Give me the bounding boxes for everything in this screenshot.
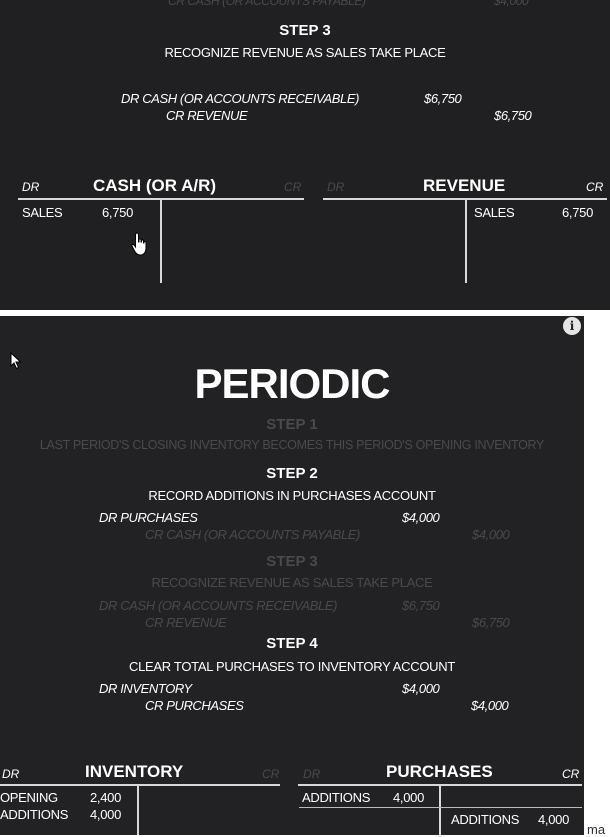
step-description: RECOGNIZE REVENUE AS SALES TAKE PLACE <box>164 45 446 60</box>
step2-description: RECORD ADDITIONS IN PURCHASES ACCOUNT <box>148 488 436 503</box>
journal-entry-cr-amount: $6,750 <box>494 108 532 123</box>
t-account-row-label: SALES <box>22 205 63 220</box>
t-account-row-amount: 4,000 <box>90 807 122 822</box>
t-account-dr-label: DR <box>327 180 345 194</box>
t-account-cr-label: CR <box>586 180 604 194</box>
step2-entry-cr-amount: $4,000 <box>472 527 510 542</box>
t-account-row-label: SALES <box>474 205 515 220</box>
step-title: STEP 3 <box>279 22 331 39</box>
t-account-row-amount: 6,750 <box>102 205 134 220</box>
t-account-row-label: ADDITIONS <box>0 807 69 822</box>
t-account-title: PURCHASES <box>386 762 493 781</box>
t-account-divider <box>439 785 441 835</box>
t-account-dr-label: DR <box>303 767 321 781</box>
step3-entry-dr: DR CASH (OR ACCOUNTS RECEIVABLE) <box>99 598 338 613</box>
t-account-total-line <box>299 807 582 808</box>
page-title: PERIODIC <box>194 360 390 407</box>
step4-title: STEP 4 <box>266 635 318 652</box>
t-account-dr-row-label: ADDITIONS <box>302 790 371 805</box>
journal-entry-dr: DR CASH (OR ACCOUNTS RECEIVABLE) <box>121 91 360 106</box>
t-account-cr-label: CR <box>562 767 580 781</box>
step4-description: CLEAR TOTAL PURCHASES TO INVENTORY ACCOU… <box>129 659 455 674</box>
t-account-top-line <box>0 784 280 786</box>
step3-entry-dr-amount: $6,750 <box>402 598 440 613</box>
step2-entry-dr: DR PURCHASES <box>99 510 198 525</box>
t-account-title: INVENTORY <box>85 762 184 781</box>
step3-description: RECOGNIZE REVENUE AS SALES TAKE PLACE <box>151 575 433 590</box>
t-account-row-amount: 6,750 <box>562 205 594 220</box>
t-account-divider <box>160 199 162 283</box>
t-account-title: CASH (OR A/R) <box>93 176 217 195</box>
step3-entry-cr-amount: $6,750 <box>472 615 510 630</box>
t-account-cr-label: CR <box>262 767 280 781</box>
step1-title: STEP 1 <box>266 416 318 433</box>
step3-entry-cr: CR REVENUE <box>145 615 227 630</box>
t-account-cr-row-amount: 4,000 <box>538 812 570 827</box>
hand-pointer-icon <box>131 232 149 261</box>
step2-title: STEP 2 <box>266 465 318 482</box>
t-account-divider <box>465 199 467 283</box>
t-account-dr-row-amount: 4,000 <box>393 790 425 805</box>
info-icon[interactable]: i <box>563 317 581 335</box>
video-frame-periodic: PERIODIC STEP 1 LAST PERIOD'S CLOSING IN… <box>0 316 584 835</box>
t-account-dr-label: DR <box>2 767 20 781</box>
step4-entry-cr-amount: $4,000 <box>471 698 509 713</box>
t-account-dr-label: DR <box>22 180 40 194</box>
step2-entry-cr: CR CASH (OR ACCOUNTS PAYABLE) <box>145 527 360 542</box>
t-account-cr-label: CR <box>284 180 302 194</box>
journal-entry-dr-amount: $6,750 <box>424 91 462 106</box>
cutoff-entry-text: CR CASH (OR ACCOUNTS PAYABLE) <box>168 0 366 8</box>
step4-entry-dr-amount: $4,000 <box>402 681 440 696</box>
step4-entry-dr: DR INVENTORY <box>99 681 192 696</box>
step2-entry-dr-amount: $4,000 <box>402 510 440 525</box>
cutoff-entry-amount: $4,000 <box>494 0 529 8</box>
t-account-row-amount: 2,400 <box>90 790 122 805</box>
t-account-row-label: OPENING <box>0 790 58 805</box>
video-frame-step3: CR CASH (OR ACCOUNTS PAYABLE) $4,000 STE… <box>0 0 610 310</box>
step1-description: LAST PERIOD'S CLOSING INVENTORY BECOMES … <box>39 438 545 452</box>
journal-entry-cr: CR REVENUE <box>166 108 248 123</box>
t-account-cr-row-label: ADDITIONS <box>451 812 520 827</box>
t-account-title: REVENUE <box>423 176 506 195</box>
t-account-divider <box>137 785 139 835</box>
step3-title: STEP 3 <box>266 553 318 570</box>
step4-entry-cr: CR PURCHASES <box>145 698 244 713</box>
